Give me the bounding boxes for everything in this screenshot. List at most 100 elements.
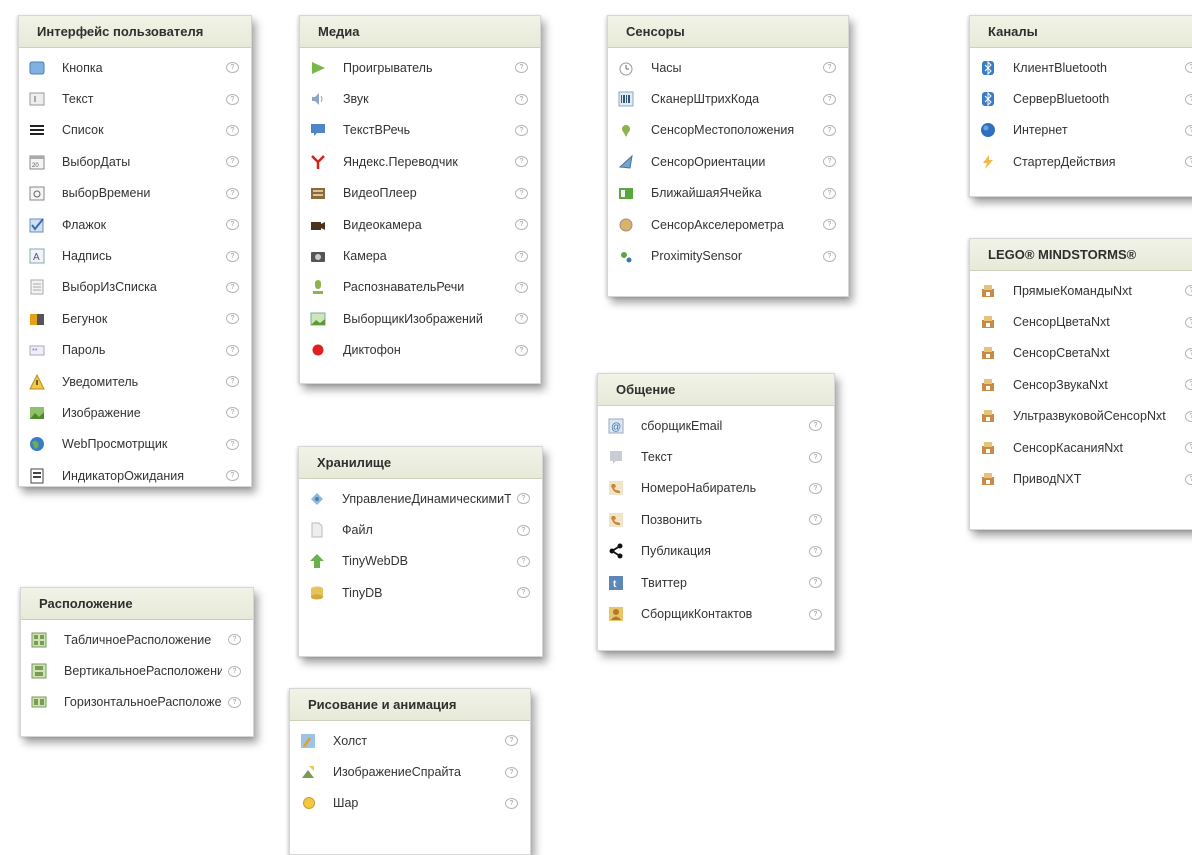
help-icon[interactable] — [228, 634, 241, 646]
help-icon[interactable] — [226, 93, 239, 105]
help-icon[interactable] — [1185, 379, 1192, 391]
help-icon[interactable] — [809, 608, 822, 620]
palette-item[interactable]: ПриводNXT — [970, 463, 1192, 494]
palette-item[interactable]: Публикация — [598, 536, 834, 567]
palette-item[interactable]: СерверBluetooth — [970, 83, 1192, 114]
palette-item[interactable]: ProximitySensor — [608, 240, 848, 271]
palette-item[interactable]: Список — [19, 115, 251, 146]
palette-item[interactable]: ВыборщикИзображений — [300, 303, 540, 334]
palette-item[interactable]: Флажок — [19, 209, 251, 240]
help-icon[interactable] — [515, 62, 528, 74]
help-icon[interactable] — [226, 281, 239, 293]
help-icon[interactable] — [1185, 285, 1192, 297]
help-icon[interactable] — [515, 344, 528, 356]
help-icon[interactable] — [809, 420, 822, 432]
help-icon[interactable] — [226, 219, 239, 231]
help-icon[interactable] — [517, 587, 530, 599]
help-icon[interactable] — [515, 93, 528, 105]
help-icon[interactable] — [505, 735, 518, 747]
help-icon[interactable] — [1185, 93, 1192, 105]
help-icon[interactable] — [226, 438, 239, 450]
help-icon[interactable] — [823, 93, 836, 105]
help-icon[interactable] — [505, 797, 518, 809]
palette-item[interactable]: Камера — [300, 240, 540, 271]
help-icon[interactable] — [515, 156, 528, 168]
palette-item[interactable]: УправлениеДинамическимиТабл — [299, 483, 542, 514]
help-icon[interactable] — [226, 344, 239, 356]
palette-item[interactable]: Диктофон — [300, 335, 540, 366]
palette-item[interactable]: Проигрыватель — [300, 52, 540, 83]
help-icon[interactable] — [226, 407, 239, 419]
help-icon[interactable] — [823, 187, 836, 199]
palette-item[interactable]: Текст — [598, 441, 834, 472]
panel-title[interactable]: Расположение — [21, 588, 253, 620]
help-icon[interactable] — [823, 250, 836, 262]
palette-item[interactable]: КлиентBluetooth — [970, 52, 1192, 83]
palette-item[interactable]: Холст — [290, 725, 530, 756]
help-icon[interactable] — [228, 696, 241, 708]
panel-title[interactable]: Медиа — [300, 16, 540, 48]
help-icon[interactable] — [809, 577, 822, 589]
palette-item[interactable]: WebПросмотрщик — [19, 429, 251, 460]
help-icon[interactable] — [226, 156, 239, 168]
palette-item[interactable]: СканерШтрихКода — [608, 83, 848, 114]
help-icon[interactable] — [517, 493, 530, 505]
palette-item[interactable]: @ сборщикEmail — [598, 410, 834, 441]
palette-item[interactable]: ВертикальноеРасположение — [21, 655, 253, 686]
palette-item[interactable]: ВыборИзСписка — [19, 272, 251, 303]
palette-item[interactable]: СборщикКонтактов — [598, 598, 834, 629]
help-icon[interactable] — [809, 514, 822, 526]
help-icon[interactable] — [226, 313, 239, 325]
palette-item[interactable]: УльтразвуковойСенсорNxt — [970, 401, 1192, 432]
palette-item[interactable]: Уведомитель — [19, 366, 251, 397]
help-icon[interactable] — [515, 187, 528, 199]
help-icon[interactable] — [515, 219, 528, 231]
help-icon[interactable] — [1185, 62, 1192, 74]
help-icon[interactable] — [517, 524, 530, 536]
help-icon[interactable] — [1185, 316, 1192, 328]
help-icon[interactable] — [823, 156, 836, 168]
palette-item[interactable]: 20 ВыборДаты — [19, 146, 251, 177]
help-icon[interactable] — [1185, 473, 1192, 485]
palette-item[interactable]: СенсорЗвукаNxt — [970, 369, 1192, 400]
help-icon[interactable] — [823, 124, 836, 136]
palette-item[interactable]: выборВремени — [19, 178, 251, 209]
panel-title[interactable]: Интерфейс пользователя — [19, 16, 251, 48]
palette-item[interactable]: ТекстВРечь — [300, 115, 540, 146]
palette-item[interactable]: НомероНабиратель — [598, 473, 834, 504]
palette-item[interactable]: A Надпись — [19, 240, 251, 271]
palette-item[interactable]: Звук — [300, 83, 540, 114]
help-icon[interactable] — [515, 313, 528, 325]
help-icon[interactable] — [1185, 156, 1192, 168]
palette-item[interactable]: Текст — [19, 83, 251, 114]
panel-title[interactable]: Рисование и анимация — [290, 689, 530, 721]
panel-title[interactable]: Хранилище — [299, 447, 542, 479]
palette-item[interactable]: СенсорКасанияNxt — [970, 432, 1192, 463]
help-icon[interactable] — [1185, 124, 1192, 136]
palette-item[interactable]: Яндекс.Переводчик — [300, 146, 540, 177]
palette-item[interactable]: ИзображениеСпрайта — [290, 756, 530, 787]
palette-item[interactable]: Кнопка — [19, 52, 251, 83]
help-icon[interactable] — [505, 766, 518, 778]
panel-title[interactable]: Сенсоры — [608, 16, 848, 48]
palette-item[interactable]: БлижайшаяЯчейка — [608, 178, 848, 209]
help-icon[interactable] — [823, 62, 836, 74]
palette-item[interactable]: СенсорОриентации — [608, 146, 848, 177]
help-icon[interactable] — [809, 482, 822, 494]
palette-item[interactable]: СенсорСветаNxt — [970, 338, 1192, 369]
help-icon[interactable] — [515, 124, 528, 136]
help-icon[interactable] — [226, 62, 239, 74]
panel-title[interactable]: Общение — [598, 374, 834, 406]
help-icon[interactable] — [226, 376, 239, 388]
help-icon[interactable] — [226, 470, 239, 482]
palette-item[interactable]: ** Пароль — [19, 335, 251, 366]
palette-item[interactable]: Шар — [290, 788, 530, 819]
help-icon[interactable] — [515, 281, 528, 293]
palette-item[interactable]: СенсорЦветаNxt — [970, 306, 1192, 337]
palette-item[interactable]: ТабличноеРасположение — [21, 624, 253, 655]
palette-item[interactable]: Часы — [608, 52, 848, 83]
help-icon[interactable] — [228, 665, 241, 677]
palette-item[interactable]: СтартерДействия — [970, 146, 1192, 177]
palette-item[interactable]: ВидеоПлеер — [300, 178, 540, 209]
palette-item[interactable]: ГоризонтальноеРасположение — [21, 687, 253, 718]
